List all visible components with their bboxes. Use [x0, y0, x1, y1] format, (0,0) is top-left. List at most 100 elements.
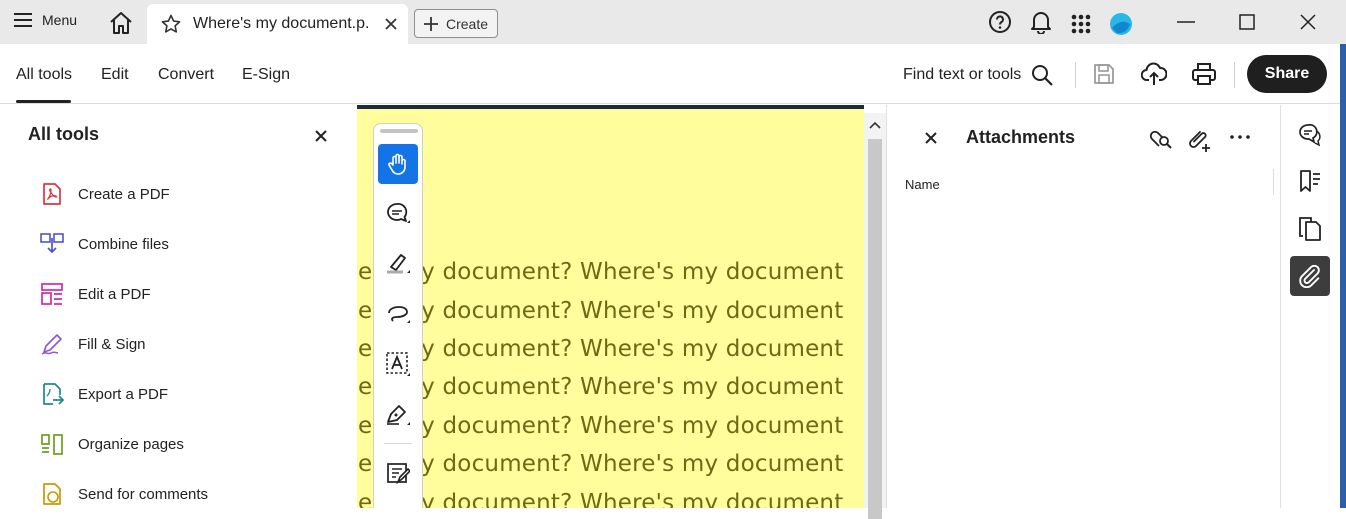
tool-export-pdf[interactable]: Export a PDF: [40, 382, 168, 406]
save-button[interactable]: [1093, 63, 1115, 85]
rail-comments[interactable]: [1290, 115, 1330, 155]
document-text-line: e's my document? Where's my document: [358, 413, 844, 439]
tool-send-for-comments[interactable]: Send for comments: [40, 482, 208, 506]
notifications-button[interactable]: [1030, 10, 1052, 34]
menu-label: Menu: [42, 12, 78, 28]
account-avatar[interactable]: [1109, 12, 1133, 36]
tool-label: Organize pages: [78, 435, 184, 453]
fill-sign-icon: [41, 334, 62, 355]
draw-tool-button[interactable]: [378, 294, 418, 334]
search-attachments-button[interactable]: [1149, 126, 1173, 150]
find-text-or-tools[interactable]: Find text or tools: [903, 66, 1021, 84]
pdf-page[interactable]: e's my document? Where's my document e's…: [357, 105, 864, 508]
pages-icon: [1299, 217, 1321, 241]
right-rail: [1280, 105, 1340, 508]
vertical-scrollbar[interactable]: [864, 113, 886, 519]
bookmark-icon: [1300, 170, 1320, 192]
text-box-tool-button[interactable]: [378, 344, 418, 384]
comment-icon: [387, 203, 410, 223]
close-icon: [925, 132, 937, 144]
document-viewer[interactable]: e's my document? Where's my document e's…: [357, 105, 886, 519]
apps-button[interactable]: [1071, 14, 1091, 34]
main-toolbar: All tools Edit Convert E-Sign Find text …: [0, 44, 1340, 104]
search-button[interactable]: [1031, 64, 1053, 86]
close-panel-button[interactable]: [315, 130, 327, 142]
export-pdf-icon: [43, 383, 64, 405]
tool-create-pdf[interactable]: Create a PDF: [40, 182, 170, 206]
create-button[interactable]: Create: [414, 9, 498, 38]
add-attachment-button[interactable]: [1186, 126, 1212, 152]
close-icon: [315, 130, 327, 142]
home-icon: [110, 12, 132, 34]
rail-pages[interactable]: [1290, 209, 1330, 249]
rail-attachments[interactable]: [1290, 256, 1330, 296]
paperclip-icon: [1299, 264, 1320, 288]
sign-tool-button[interactable]: [378, 394, 418, 434]
create-pdf-icon: [43, 183, 61, 205]
help-button[interactable]: [988, 10, 1012, 34]
tool-label: Send for comments: [78, 485, 209, 503]
print-icon: [1192, 63, 1216, 85]
more-tools-button[interactable]: [378, 500, 418, 508]
maximize-button[interactable]: [1233, 8, 1261, 36]
document-text-line: e's my document? Where's my document: [358, 336, 844, 362]
upload-button[interactable]: [1141, 61, 1167, 87]
drag-handle[interactable]: [380, 129, 418, 133]
share-button[interactable]: Share: [1247, 55, 1327, 93]
document-text-line: e's my document? Where's my document: [358, 298, 844, 324]
pen-nib-icon: [387, 405, 410, 425]
scrollbar-thumb[interactable]: [868, 139, 882, 519]
more-options-button[interactable]: [1230, 135, 1250, 139]
desktop-edge: [1340, 0, 1346, 508]
more-horizontal-icon: [1230, 135, 1250, 139]
close-icon: [1300, 14, 1316, 30]
hand-icon: [388, 153, 406, 175]
column-divider: [1273, 169, 1274, 195]
hand-tool-button[interactable]: [378, 144, 418, 184]
apps-grid-icon: [1071, 14, 1091, 34]
search-icon: [1032, 65, 1053, 86]
tool-combine-files[interactable]: Combine files: [40, 232, 169, 256]
help-icon: [989, 11, 1011, 33]
home-button[interactable]: [108, 11, 134, 35]
scroll-up-arrow[interactable]: [869, 121, 881, 129]
comment-tool-button[interactable]: [378, 194, 418, 234]
tool-organize-pages[interactable]: Organize pages: [40, 432, 184, 456]
tab-convert[interactable]: Convert: [158, 66, 214, 84]
menu-button[interactable]: Menu: [14, 12, 77, 28]
avatar-icon: [1110, 13, 1132, 35]
name-column-header[interactable]: Name: [905, 177, 940, 192]
title-bar: Menu Where's my document.p... Create: [0, 0, 1346, 44]
edit-pdf-icon: [41, 283, 63, 305]
print-button[interactable]: [1192, 63, 1216, 85]
comments-icon: [1299, 123, 1321, 147]
toolbar-divider: [1075, 62, 1076, 88]
tool-label: Create a PDF: [78, 185, 170, 203]
bell-icon: [1031, 12, 1051, 34]
lasso-icon: [388, 306, 410, 323]
document-tab[interactable]: Where's my document.p...: [147, 4, 408, 44]
combine-files-icon: [40, 233, 64, 254]
tab-title: Where's my document.p...: [193, 15, 371, 32]
highlight-tool-button[interactable]: [378, 244, 418, 284]
tool-label: Edit a PDF: [78, 285, 151, 303]
hamburger-icon: [14, 13, 32, 27]
close-attachments-button[interactable]: [925, 132, 937, 144]
panel-title: All tools: [28, 124, 99, 144]
organize-pages-icon: [41, 434, 63, 455]
tool-edit-pdf[interactable]: Edit a PDF: [40, 282, 151, 306]
minimize-button[interactable]: [1172, 8, 1200, 36]
close-window-button[interactable]: [1294, 8, 1322, 36]
tab-all-tools[interactable]: All tools: [16, 66, 72, 84]
quick-tools-toolbar: [373, 123, 423, 508]
toolbar-divider: [384, 443, 412, 444]
tab-close-icon[interactable]: [385, 18, 397, 30]
tool-label: Fill & Sign: [78, 335, 146, 353]
rail-bookmarks[interactable]: [1290, 161, 1330, 201]
tool-fill-sign[interactable]: Fill & Sign: [40, 332, 146, 356]
tab-e-sign[interactable]: E-Sign: [242, 66, 290, 84]
tool-label: Combine files: [78, 235, 169, 253]
edit-text-tool-button[interactable]: [378, 454, 418, 494]
tab-edit[interactable]: Edit: [101, 66, 129, 84]
star-icon[interactable]: [161, 14, 181, 34]
